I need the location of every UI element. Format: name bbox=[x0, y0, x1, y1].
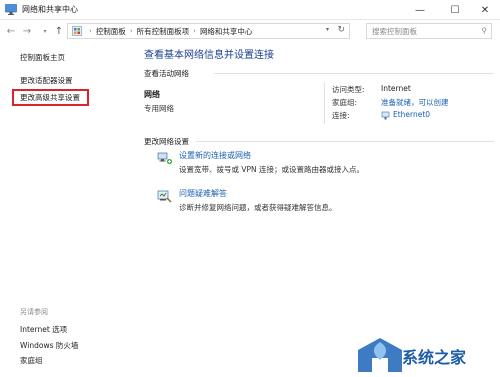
section-divider bbox=[214, 73, 494, 74]
page-title: 查看基本网络信息并设置连接 bbox=[144, 50, 274, 61]
internet-options-link[interactable]: Internet 选项 bbox=[20, 324, 67, 335]
address-dropdown-button[interactable]: ▾ bbox=[326, 26, 329, 33]
window-title: 网络和共享中心 bbox=[22, 5, 78, 14]
recent-locations-button[interactable]: ▾ bbox=[38, 24, 52, 38]
ethernet-icon bbox=[381, 111, 390, 119]
troubleshoot-icon bbox=[157, 190, 172, 203]
forward-button[interactable]: → bbox=[20, 24, 34, 38]
section-divider bbox=[196, 141, 494, 142]
homegroup-link[interactable]: 家庭组 bbox=[20, 355, 43, 366]
highlight-box bbox=[12, 89, 89, 106]
change-adapter-settings-link[interactable]: 更改适配器设置 bbox=[20, 75, 73, 86]
control-panel-home-link[interactable]: 控制面板主页 bbox=[20, 52, 65, 63]
breadcrumb-separator: › bbox=[129, 27, 133, 35]
search-input[interactable]: 搜索控制面板 ⚲ bbox=[366, 23, 492, 39]
search-icon[interactable]: ⚲ bbox=[482, 26, 488, 35]
breadcrumb-separator: › bbox=[89, 27, 92, 35]
breadcrumb-separator: › bbox=[193, 27, 196, 35]
back-button[interactable]: ← bbox=[4, 24, 18, 38]
breadcrumb-network-center[interactable]: 网络和共享中心 bbox=[200, 26, 253, 37]
change-network-settings-label: 更改网络设置 bbox=[144, 137, 189, 146]
troubleshoot-link[interactable]: 问题疑难解答 bbox=[179, 188, 227, 199]
active-networks-label: 查看活动网络 bbox=[144, 69, 189, 78]
ethernet-label: Ethernet0 bbox=[393, 110, 431, 119]
access-type-label: 访问类型: bbox=[332, 85, 365, 94]
troubleshoot-desc: 诊断并修复网络问题，或者获得疑难解答信息。 bbox=[179, 203, 337, 212]
minimize-button[interactable]: — bbox=[405, 0, 435, 20]
windows-firewall-link[interactable]: Windows 防火墙 bbox=[20, 340, 78, 351]
vertical-divider bbox=[324, 82, 325, 124]
connection-label: 连接: bbox=[332, 111, 350, 120]
address-bar[interactable]: › 控制面板 › 所有控制面板项 › 网络和共享中心 ▾ ↻ bbox=[67, 23, 350, 39]
network-name: 网络 bbox=[144, 90, 160, 99]
setup-connection-link[interactable]: 设置新的连接或网络 bbox=[179, 150, 251, 161]
refresh-button[interactable]: ↻ bbox=[337, 25, 345, 35]
main-content: 查看基本网络信息并设置连接 查看活动网络 网络 专用网络 访问类型: Inter… bbox=[144, 42, 500, 377]
homegroup-label: 家庭组: bbox=[332, 98, 358, 107]
new-connection-icon bbox=[157, 152, 173, 165]
breadcrumb-all-items[interactable]: 所有控制面板项 bbox=[137, 26, 190, 37]
see-also-heading: 另请参阅 bbox=[20, 308, 48, 316]
homegroup-status-link[interactable]: 准备就绪，可以创建 bbox=[381, 97, 449, 108]
network-center-icon bbox=[5, 4, 17, 15]
up-button[interactable]: ↑ bbox=[52, 24, 66, 38]
search-placeholder: 搜索控制面板 bbox=[372, 26, 417, 36]
address-row: ← → ▾ ↑ › 控制面板 › 所有控制面板项 › 网络和共享中心 ▾ ↻ 搜… bbox=[0, 20, 500, 42]
ethernet-connection-link[interactable]: Ethernet0 bbox=[381, 110, 430, 120]
maximize-button[interactable]: ☐ bbox=[440, 0, 470, 20]
watermark-text: 系统之家 bbox=[402, 348, 467, 367]
network-category: 专用网络 bbox=[144, 104, 174, 113]
setup-connection-desc: 设置宽带、拨号或 VPN 连接；或设置路由器或接入点。 bbox=[179, 165, 365, 174]
control-panel-icon bbox=[72, 26, 82, 36]
close-button[interactable]: ✕ bbox=[470, 0, 500, 20]
access-type-value: Internet bbox=[381, 84, 411, 93]
title-bar: 网络和共享中心 — ☐ ✕ bbox=[0, 0, 500, 20]
breadcrumb-control-panel[interactable]: 控制面板 bbox=[96, 26, 126, 37]
